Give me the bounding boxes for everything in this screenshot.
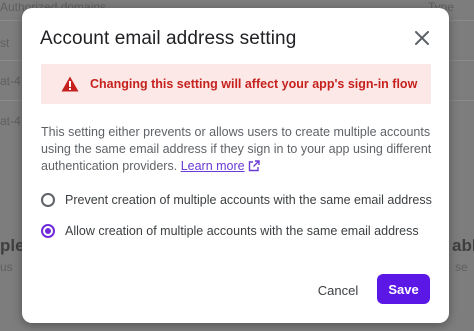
option-allow[interactable]: Allow creation of multiple accounts with… xyxy=(41,224,419,238)
learn-more-link[interactable]: Learn more xyxy=(181,159,245,173)
bg-right-partial-2: se xyxy=(455,260,468,274)
warning-banner: Changing this setting will affect your a… xyxy=(41,64,431,104)
cancel-button[interactable]: Cancel xyxy=(307,276,369,304)
close-button[interactable] xyxy=(410,26,434,50)
option-prevent[interactable]: Prevent creation of multiple accounts wi… xyxy=(41,193,432,207)
radio-allow[interactable] xyxy=(41,224,55,238)
radio-prevent[interactable] xyxy=(41,193,55,207)
warning-icon xyxy=(61,76,79,92)
bg-row-2: at-4 xyxy=(0,74,21,88)
external-link-icon xyxy=(248,160,260,172)
bg-right-partial-1: able xyxy=(452,236,474,255)
option-allow-label: Allow creation of multiple accounts with… xyxy=(65,224,419,238)
email-setting-dialog: Account email address setting Changing t… xyxy=(22,8,449,323)
bg-section-sub: us xyxy=(0,260,13,274)
warning-text: Changing this setting will affect your a… xyxy=(90,77,418,91)
dialog-title: Account email address setting xyxy=(40,28,297,49)
bg-row-3: at-4 xyxy=(0,114,21,128)
description: This setting either prevents or allows u… xyxy=(41,124,436,175)
save-button[interactable]: Save xyxy=(377,274,430,304)
bg-row-1: st xyxy=(0,36,10,50)
option-prevent-label: Prevent creation of multiple accounts wi… xyxy=(65,193,432,207)
close-icon xyxy=(415,31,429,45)
